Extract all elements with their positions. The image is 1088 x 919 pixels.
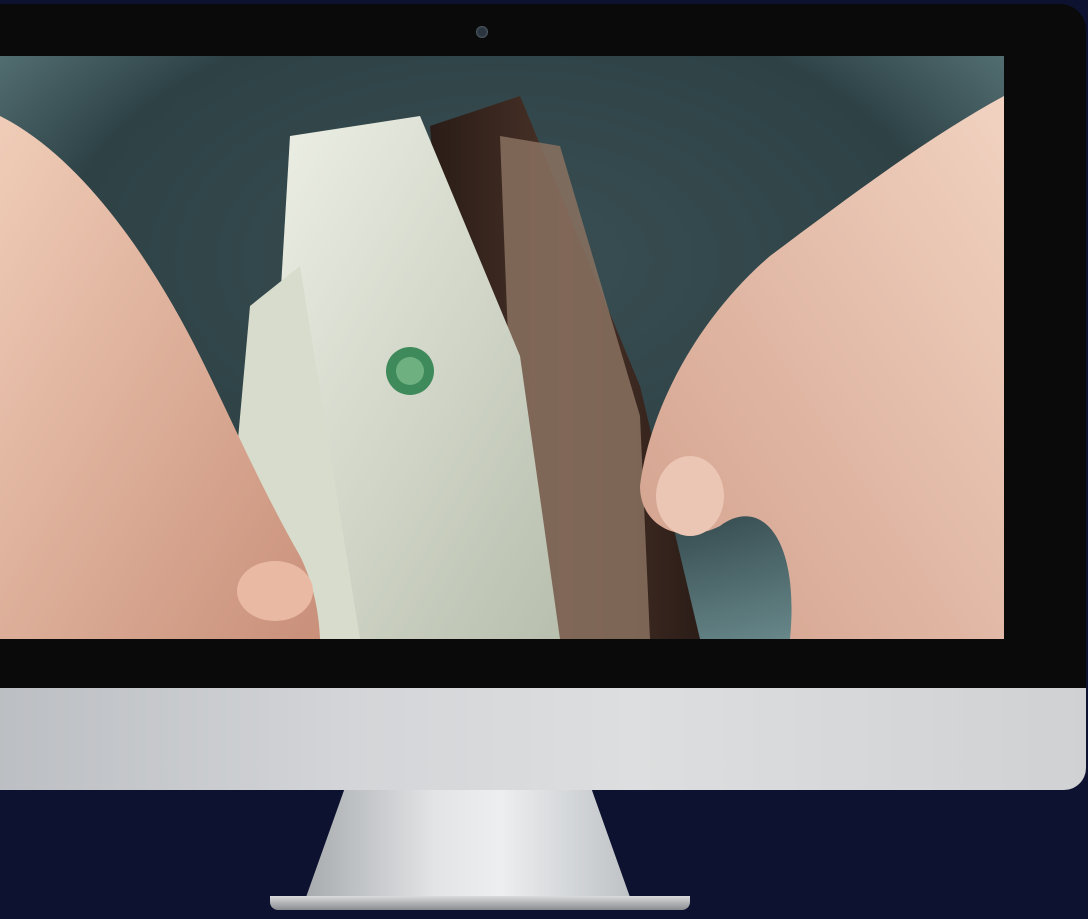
monitor: [0, 4, 1086, 790]
bill-seal-inner: [396, 357, 424, 385]
monitor-stand: [305, 790, 631, 900]
monitor-foot: [270, 896, 690, 910]
left-thumb: [237, 561, 313, 621]
camera-icon: [476, 26, 488, 38]
right-thumb: [656, 456, 724, 536]
monitor-chin: [0, 688, 1086, 790]
screen-photo: [0, 56, 1004, 639]
bezel-top: [0, 4, 1086, 56]
wallet-photo: [0, 56, 1004, 639]
